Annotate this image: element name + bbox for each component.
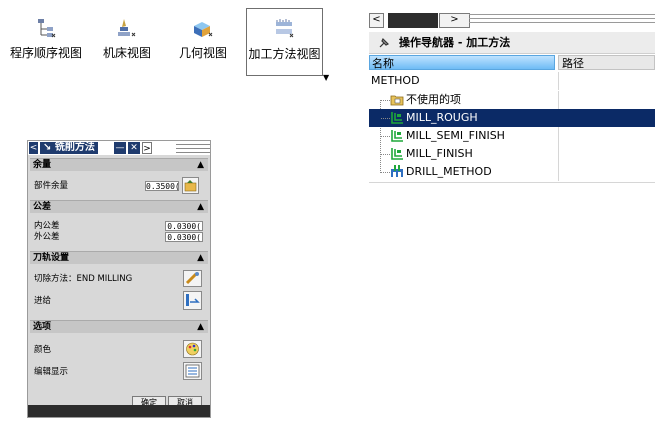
dialog-title-tab[interactable]: ↘ 铣削方法 (40, 142, 98, 154)
navigator-scrollbar[interactable]: < > (369, 10, 655, 30)
tree-row-label: 不使用的项 (406, 93, 461, 106)
mill-method-dialog: < ↘ 铣削方法 — ✕ > 余量 ▲ 部件余量 0.3500( 公差 ▲ 内公… (27, 140, 211, 418)
navigator-tree: METHOD 不使用的项 MILL_ROUGH MILL_SEMI_FINISH… (369, 72, 655, 183)
navigator-column-header: 名称 路径 (369, 55, 655, 71)
tree-row-label: MILL_ROUGH (406, 111, 478, 124)
edit-display-label: 编辑显示 (34, 367, 69, 377)
machining-method-view-label: 加工方法视图 (248, 47, 321, 61)
program-order-view-button[interactable]: 程序顺序视图 (0, 8, 92, 74)
feed-label: 进给 (34, 296, 52, 306)
geometry-view-label: 几何视图 (178, 46, 227, 60)
mill-method-icon (390, 111, 404, 124)
stock-inherit-button[interactable] (182, 177, 199, 194)
dialog-prev-button[interactable]: < (29, 142, 38, 154)
scroll-thumb[interactable] (388, 13, 438, 28)
dialog-close-button[interactable]: ✕ (128, 142, 140, 154)
dropdown-arrow-icon[interactable]: ▼ (323, 74, 331, 82)
column-path-header[interactable]: 路径 (558, 55, 655, 70)
outtol-label: 外公差 (34, 232, 60, 242)
tree-row-label: MILL_FINISH (406, 147, 473, 160)
tree-row-label: MILL_SEMI_FINISH (406, 129, 505, 142)
geometry-view-button[interactable]: 几何视图 (162, 8, 244, 74)
color-button[interactable] (183, 340, 202, 358)
intol-label: 内公差 (34, 221, 60, 231)
section-tolerance-header[interactable]: 公差 ▲ (30, 200, 208, 213)
dialog-next-button[interactable]: > (142, 142, 152, 154)
tree-row-mill-rough[interactable]: MILL_ROUGH (369, 109, 655, 127)
navigator-title-bar: 操作导航器 - 加工方法 (369, 32, 655, 54)
cut-method-label: 切除方法：END MILLING (34, 274, 133, 284)
unused-items-icon (390, 93, 404, 106)
dialog-minimize-button[interactable]: — (114, 142, 126, 154)
dialog-footer-bar (28, 405, 210, 417)
program-order-view-icon (33, 18, 59, 40)
outtol-input[interactable]: 0.0300( (165, 232, 203, 242)
drill-method-icon (390, 165, 404, 178)
intol-input[interactable]: 0.0300( (165, 221, 203, 231)
scroll-left-button[interactable]: < (369, 13, 384, 28)
part-stock-label: 部件余量 (34, 181, 69, 191)
edit-display-button[interactable] (183, 362, 202, 380)
column-name-header[interactable]: 名称 (369, 55, 555, 70)
machine-tool-view-button[interactable]: 机床视图 (92, 8, 162, 74)
tree-row-drill-method[interactable]: DRILL_METHOD (369, 163, 655, 181)
machine-tool-view-label: 机床视图 (102, 46, 151, 60)
collapse-icon: ▲ (197, 322, 204, 332)
mill-arrow-icon: ↘ (43, 142, 55, 153)
mill-method-icon (390, 129, 404, 142)
section-options-header[interactable]: 选项 ▲ (30, 320, 208, 333)
cut-method-button[interactable] (183, 270, 202, 287)
pin-icon[interactable] (378, 32, 390, 56)
dialog-title: 铣削方法 (54, 142, 95, 153)
tree-row-unused-items[interactable]: 不使用的项 (369, 91, 655, 109)
tree-row-mill-finish[interactable]: MILL_FINISH (369, 145, 655, 163)
tree-row-label: METHOD (371, 74, 420, 87)
section-toolpath-header[interactable]: 刀轨设置 ▲ (30, 251, 208, 264)
collapse-icon: ▲ (197, 253, 204, 263)
part-stock-input[interactable]: 0.3500( (145, 181, 180, 191)
tree-row-mill-semi-finish[interactable]: MILL_SEMI_FINISH (369, 127, 655, 145)
collapse-icon: ▲ (197, 202, 204, 212)
mill-method-icon (390, 147, 404, 160)
scroll-right-button[interactable]: > (439, 13, 470, 28)
color-label: 颜色 (34, 345, 52, 355)
operation-navigator: < > 操作导航器 - 加工方法 名称 路径 METHOD 不使用的项 MILL… (369, 10, 655, 183)
geometry-view-icon (190, 18, 216, 40)
feed-button[interactable] (183, 291, 202, 310)
program-order-view-label: 程序顺序视图 (9, 46, 82, 60)
collapse-icon: ▲ (197, 160, 204, 170)
view-toolbar: 程序顺序视图 机床视图 几何视图 加工方法视图 ▼ (0, 0, 334, 88)
section-stock-header[interactable]: 余量 ▲ (30, 158, 208, 171)
tree-row-method[interactable]: METHOD (369, 72, 655, 90)
machining-method-view-button[interactable]: 加工方法视图 (246, 8, 323, 76)
navigator-title: 操作导航器 - 加工方法 (399, 36, 511, 49)
machining-method-view-icon (272, 19, 298, 41)
dialog-tab-bar: < ↘ 铣削方法 — ✕ > (28, 141, 210, 155)
tree-row-label: DRILL_METHOD (406, 165, 492, 178)
machine-tool-view-icon (114, 18, 140, 40)
